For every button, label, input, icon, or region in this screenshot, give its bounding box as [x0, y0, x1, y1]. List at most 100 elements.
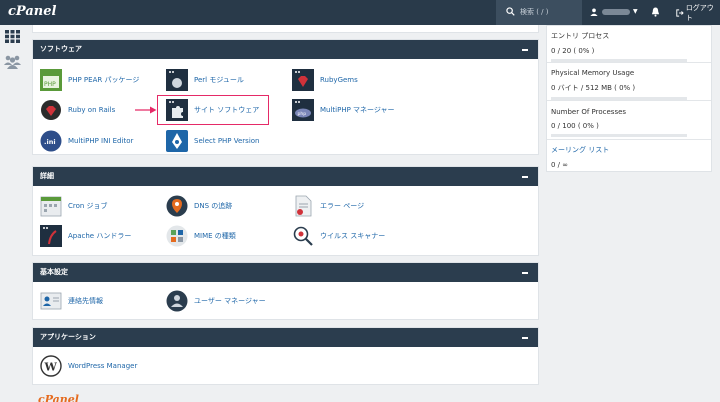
user-menu[interactable]: ▼: [588, 0, 640, 25]
stat-label: エントリ プロセス: [551, 32, 610, 40]
users-icon[interactable]: [4, 55, 21, 69]
mailing-lists-link[interactable]: メーリング リスト: [551, 145, 687, 155]
username-redacted: [602, 9, 630, 15]
ini-icon: .ini: [40, 130, 62, 152]
divider: [547, 62, 711, 63]
divider: [547, 100, 711, 101]
collapse-icon[interactable]: [522, 176, 528, 178]
perl-modules-link[interactable]: Perl モジュール: [166, 69, 244, 91]
select-php-version-link[interactable]: Select PHP Version: [166, 130, 260, 152]
highlight-box: [157, 95, 269, 125]
stat-processes: Number Of Processes 0 / 100 ( 0% ): [551, 108, 687, 137]
applications-panel-title: アプリケーション: [40, 333, 96, 341]
svg-text:PHP: PHP: [44, 81, 56, 88]
svg-text:.ini: .ini: [44, 138, 56, 146]
calendar-icon: [40, 196, 62, 217]
rubygems-icon: [292, 69, 314, 91]
perl-modules-label: Perl モジュール: [194, 76, 244, 84]
error-pages-link[interactable]: エラー ページ: [292, 195, 364, 217]
stat-physical-memory: Physical Memory Usage 0 バイト / 512 MB ( 0…: [551, 69, 687, 100]
multiphp-ini-editor-link[interactable]: .ini MultiPHP INI Editor: [40, 130, 133, 152]
logout-button[interactable]: ログアウト: [676, 0, 720, 25]
apache-handlers-link[interactable]: Apache ハンドラー: [40, 225, 131, 247]
contact-information-link[interactable]: 連絡先情報: [40, 290, 103, 312]
user-manager-label: ユーザー マネージャー: [194, 297, 266, 305]
dns-tracking-link[interactable]: DNS の追跡: [166, 195, 232, 217]
top-bar: cPanel 検索 ( / ) ▼ ログアウト: [0, 0, 720, 25]
user-manager-link[interactable]: ユーザー マネージャー: [166, 290, 266, 312]
php-pear-packages-link[interactable]: PHP PHP PEAR パッケージ: [40, 69, 139, 91]
wordpress-icon: W: [40, 355, 62, 377]
logout-icon: [676, 8, 684, 17]
multiphp-manager-link[interactable]: php MultiPHP マネージャー: [292, 99, 395, 121]
rubygems-link[interactable]: RubyGems: [292, 69, 358, 91]
stat-mailing-lists: メーリング リスト 0 / ∞: [551, 145, 687, 169]
virus-scanner-link[interactable]: ウイルス スキャナー: [292, 225, 385, 247]
stat-label: Number Of Processes: [551, 108, 627, 116]
software-panel-title: ソフトウェア: [40, 45, 82, 53]
progress-bar: [551, 134, 687, 137]
search-placeholder: 検索 ( / ): [520, 8, 549, 16]
cron-jobs-label: Cron ジョブ: [68, 202, 108, 210]
svg-text:php: php: [298, 111, 307, 117]
cron-jobs-link[interactable]: Cron ジョブ: [40, 195, 108, 217]
advanced-panel-header[interactable]: 詳細: [33, 167, 538, 186]
arrow-right-icon: [135, 106, 157, 114]
multiphp-ini-editor-label: MultiPHP INI Editor: [68, 137, 134, 145]
mime-types-link[interactable]: MIME の種類: [166, 225, 236, 247]
contact-information-label: 連絡先情報: [68, 297, 103, 305]
preferences-panel-title: 基本設定: [40, 268, 68, 276]
footer-cpanel-logo: cPanel: [38, 393, 79, 402]
mime-types-label: MIME の種類: [194, 232, 236, 240]
select-php-version-label: Select PHP Version: [194, 137, 260, 145]
apache-handlers-label: Apache ハンドラー: [68, 232, 132, 240]
php-version-icon: [166, 130, 188, 152]
statistics-panel: エントリ プロセス 0 / 20 ( 0% ) Physical Memory …: [546, 25, 712, 172]
stat-value: 0 バイト / 512 MB ( 0% ): [551, 84, 636, 92]
logout-label: ログアウト: [685, 3, 714, 22]
search-input[interactable]: 検索 ( / ): [496, 0, 582, 25]
user-manager-icon: [166, 290, 188, 312]
ruby-on-rails-link[interactable]: Ruby on Rails: [40, 99, 115, 121]
php-pear-icon: PHP: [40, 69, 62, 91]
preferences-panel: 基本設定: [32, 262, 539, 320]
virus-scanner-icon: [293, 226, 313, 246]
advanced-panel-title: 詳細: [40, 172, 54, 180]
wordpress-manager-link[interactable]: W WordPress Manager: [40, 355, 137, 377]
error-pages-label: エラー ページ: [320, 202, 365, 210]
software-panel-header[interactable]: ソフトウェア: [33, 40, 538, 59]
rubygems-label: RubyGems: [320, 76, 358, 84]
bell-icon[interactable]: [651, 7, 660, 17]
wordpress-manager-label: WordPress Manager: [68, 362, 138, 370]
contact-card-icon: [40, 292, 62, 310]
php-icon: php: [292, 99, 314, 121]
multiphp-manager-label: MultiPHP マネージャー: [320, 106, 395, 114]
dns-tracking-label: DNS の追跡: [194, 202, 233, 210]
cpanel-logo[interactable]: cPanel: [8, 4, 56, 19]
previous-panel-bottom: [32, 25, 539, 33]
grid-icon[interactable]: [5, 30, 20, 43]
stat-value: 0 / 100 ( 0% ): [551, 122, 599, 130]
mime-icon: [166, 225, 188, 247]
collapse-icon[interactable]: [522, 272, 528, 274]
virus-scanner-label: ウイルス スキャナー: [320, 232, 386, 240]
collapse-icon[interactable]: [522, 49, 528, 51]
stat-value: 0 / 20 ( 0% ): [551, 47, 595, 55]
dns-pin-icon: [166, 195, 188, 217]
perl-icon: [166, 69, 188, 91]
stat-entry-processes: エントリ プロセス 0 / 20 ( 0% ): [551, 31, 687, 62]
ruby-on-rails-icon: [41, 100, 61, 120]
stat-label: Physical Memory Usage: [551, 69, 635, 77]
chevron-down-icon: ▼: [633, 8, 638, 15]
user-icon: [590, 8, 598, 16]
search-icon: [506, 7, 515, 16]
collapse-icon[interactable]: [522, 337, 528, 339]
svg-text:W: W: [44, 361, 58, 374]
apache-icon: [40, 225, 62, 247]
stat-value: 0 / ∞: [551, 161, 569, 169]
applications-panel-header[interactable]: アプリケーション: [33, 328, 538, 347]
error-page-icon: [295, 195, 312, 217]
ruby-on-rails-label: Ruby on Rails: [68, 106, 116, 114]
divider: [547, 139, 711, 140]
preferences-panel-header[interactable]: 基本設定: [33, 263, 538, 282]
